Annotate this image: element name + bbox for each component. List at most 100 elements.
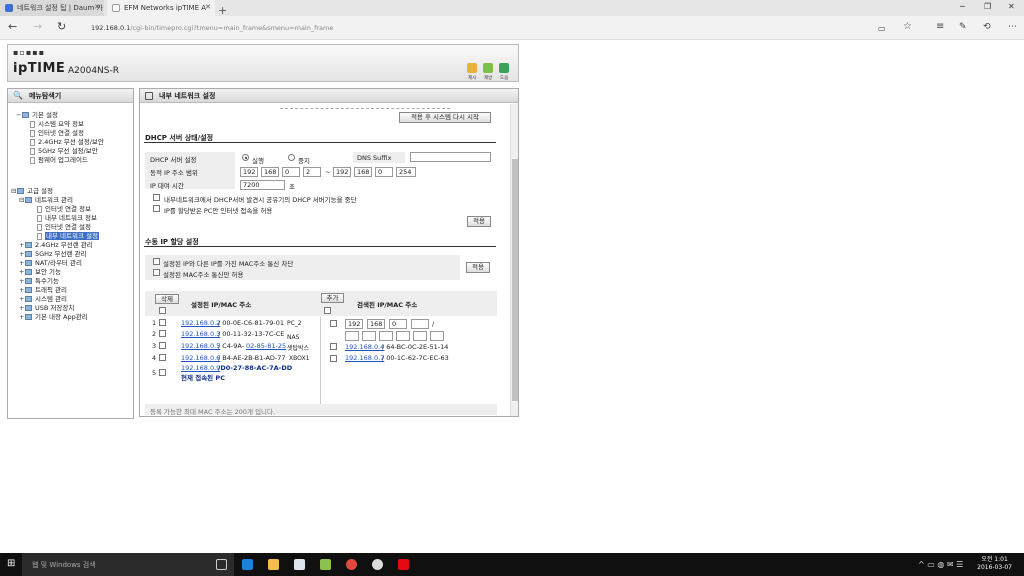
range-start-octet-4[interactable]: 2 [303, 167, 321, 177]
file-explorer-icon[interactable] [268, 559, 279, 570]
apply-restart-button[interactable]: 적용 후 시스템 다시 시작 [399, 112, 491, 123]
dhcp-apply-button[interactable]: 적용 [467, 216, 491, 227]
scrollbar-thumb[interactable] [512, 159, 518, 401]
allow-assigned-only-checkbox[interactable] [153, 205, 160, 212]
add-mac-octet-2[interactable] [362, 331, 376, 341]
netflix-icon[interactable] [398, 559, 409, 570]
stop-dhcp-checkbox[interactable] [153, 194, 160, 201]
back-icon[interactable]: ← [8, 21, 17, 33]
tab-iptime[interactable]: EFM Networks ipTIME A ✕ [107, 0, 215, 16]
maximize-icon[interactable]: ❐ [984, 2, 991, 11]
tab-daum[interactable]: 네트워크 설정 팁 | Daum 카 ✕ [0, 0, 104, 16]
share-icon[interactable]: ⟲ [983, 21, 991, 33]
registered-ip-link[interactable]: 192.168.0.6 [181, 354, 220, 362]
range-end-octet-4[interactable]: 254 [396, 167, 416, 177]
close-tab-icon[interactable]: ✕ [205, 3, 211, 11]
tree-advanced-settings[interactable]: ⊟ 고급 설정 [11, 187, 53, 195]
tree-wifi5-management[interactable]: +5GHz 무선랜 관리 [19, 250, 87, 258]
close-window-icon[interactable]: ✕ [1008, 2, 1015, 11]
add-mac-octet-3[interactable] [379, 331, 393, 341]
system-tray-icons[interactable]: ^ ▭ ◍ ✉ ☰ [918, 560, 963, 569]
favorite-star-icon[interactable]: ☆ [903, 21, 912, 33]
hub-icon[interactable]: ≡ [936, 21, 944, 33]
tree-lan-info[interactable]: 내부 네트워크 정보 [37, 214, 97, 222]
more-icon[interactable]: ⋯ [1008, 21, 1017, 33]
row-checkbox[interactable] [159, 319, 166, 326]
tree-security[interactable]: + 보안 기능 [19, 268, 61, 276]
found-row-checkbox[interactable] [330, 355, 337, 362]
tree-wifi24-setup[interactable]: 2.4GHz 무선 설정/보안 [30, 138, 104, 146]
range-end-octet-3[interactable]: 0 [375, 167, 393, 177]
tree-lan-setup[interactable]: 내부 네트워크 설정 [37, 232, 99, 240]
tree-system-management[interactable]: + 시스템 관리 [19, 295, 67, 303]
windows-start-icon[interactable]: ⊞ [7, 559, 15, 569]
select-all-checkbox[interactable] [159, 307, 166, 314]
web-note-icon[interactable]: ✎ [959, 21, 967, 33]
itunes-icon[interactable] [372, 559, 383, 570]
store-icon[interactable] [294, 559, 305, 570]
registered-ip-link[interactable]: 192.168.0.3 [181, 330, 220, 338]
found-ip-link[interactable]: 192.168.0.7 [345, 354, 384, 362]
tree-nat-router[interactable]: + NAT/라우터 관리 [19, 259, 82, 267]
scrollbar[interactable] [510, 104, 518, 416]
add-button[interactable]: 추가 [321, 293, 344, 303]
block-mismatch-checkbox[interactable] [153, 258, 160, 265]
select-found-checkbox[interactable] [324, 307, 331, 314]
clock[interactable]: 오전 1:01 2016-03-07 [977, 556, 1012, 572]
minimize-icon[interactable]: ─ [960, 2, 965, 11]
forward-icon[interactable]: → [33, 21, 42, 33]
tree-basic-settings[interactable]: − 기본 설정 [16, 111, 58, 119]
range-start-octet-1[interactable]: 192 [240, 167, 258, 177]
tree-builtin-apps[interactable]: + 기본 내장 App관리 [19, 313, 88, 321]
tree-wifi5-setup[interactable]: 5GHz 무선 설정/보안 [30, 147, 98, 155]
dhcp-stop-radio[interactable] [288, 154, 295, 161]
row-checkbox[interactable] [159, 342, 166, 349]
reading-view-icon[interactable]: ▭ [878, 23, 886, 35]
edge-icon[interactable] [242, 559, 253, 570]
tree-internet-setup-basic[interactable]: 인터넷 연결 설정 [30, 129, 84, 137]
range-end-octet-2[interactable]: 168 [354, 167, 372, 177]
add-mac-octet-4[interactable] [396, 331, 410, 341]
add-mac-octet-6[interactable] [430, 331, 444, 341]
lease-time-input[interactable]: 7200 [240, 180, 285, 190]
help-icon[interactable] [499, 63, 509, 73]
delete-button[interactable]: 삭제 [155, 294, 179, 304]
dns-suffix-input[interactable] [410, 152, 491, 162]
add-ip-octet-2[interactable]: 168 [367, 319, 385, 329]
tree-internet-setup[interactable]: 인터넷 연결 설정 [37, 223, 91, 231]
registered-ip-link[interactable]: 192.168.0.2 [181, 319, 220, 327]
app-icon[interactable] [320, 559, 331, 570]
close-tab-icon[interactable]: ✕ [94, 3, 100, 11]
save-icon[interactable] [483, 63, 493, 73]
registered-mac-link[interactable]: 02-85-81-25 [246, 342, 286, 350]
add-mac-octet-5[interactable] [413, 331, 427, 341]
setup-wizard-icon[interactable] [467, 63, 477, 73]
row-checkbox[interactable] [159, 354, 166, 361]
tree-network-management[interactable]: ⊟ 네트워크 관리 [19, 196, 73, 204]
add-ip-octet-3[interactable]: 0 [389, 319, 407, 329]
range-start-octet-2[interactable]: 168 [261, 167, 279, 177]
tree-firmware-upgrade[interactable]: 펌웨어 업그레이드 [30, 156, 88, 164]
tree-wifi24-management[interactable]: +2.4GHz 무선랜 관리 [19, 241, 93, 249]
registered-ip-link[interactable]: 192.168.0.5 [181, 342, 220, 350]
add-mac-octet-1[interactable] [345, 331, 359, 341]
taskbar-search[interactable]: 웹 및 Windows 검색 [22, 553, 234, 576]
range-start-octet-3[interactable]: 0 [282, 167, 300, 177]
manual-apply-button[interactable]: 적용 [466, 262, 490, 273]
row-checkbox[interactable] [159, 330, 166, 337]
row-checkbox[interactable] [159, 369, 166, 376]
registered-ip-link[interactable]: 192.168.0.9 [181, 364, 220, 372]
task-view-icon[interactable] [216, 559, 227, 570]
add-ip-octet-4[interactable] [411, 319, 429, 329]
found-row-checkbox[interactable] [330, 343, 337, 350]
dhcp-run-radio[interactable] [242, 154, 249, 161]
url-field[interactable]: 192.168.0.1/cgi-bin/timepro.cgi?tmenu=ma… [91, 24, 333, 32]
chrome-icon[interactable] [346, 559, 357, 570]
tree-usb-storage[interactable]: + USB 저장장치 [19, 304, 74, 312]
allow-mac-only-checkbox[interactable] [153, 269, 160, 276]
tree-internet-info[interactable]: 인터넷 연결 정보 [37, 205, 91, 213]
refresh-icon[interactable]: ↻ [57, 21, 66, 33]
tree-system-summary[interactable]: 시스템 요약 정보 [30, 120, 84, 128]
add-entry-checkbox[interactable] [330, 320, 337, 327]
tree-traffic-management[interactable]: + 트래픽 관리 [19, 286, 67, 294]
